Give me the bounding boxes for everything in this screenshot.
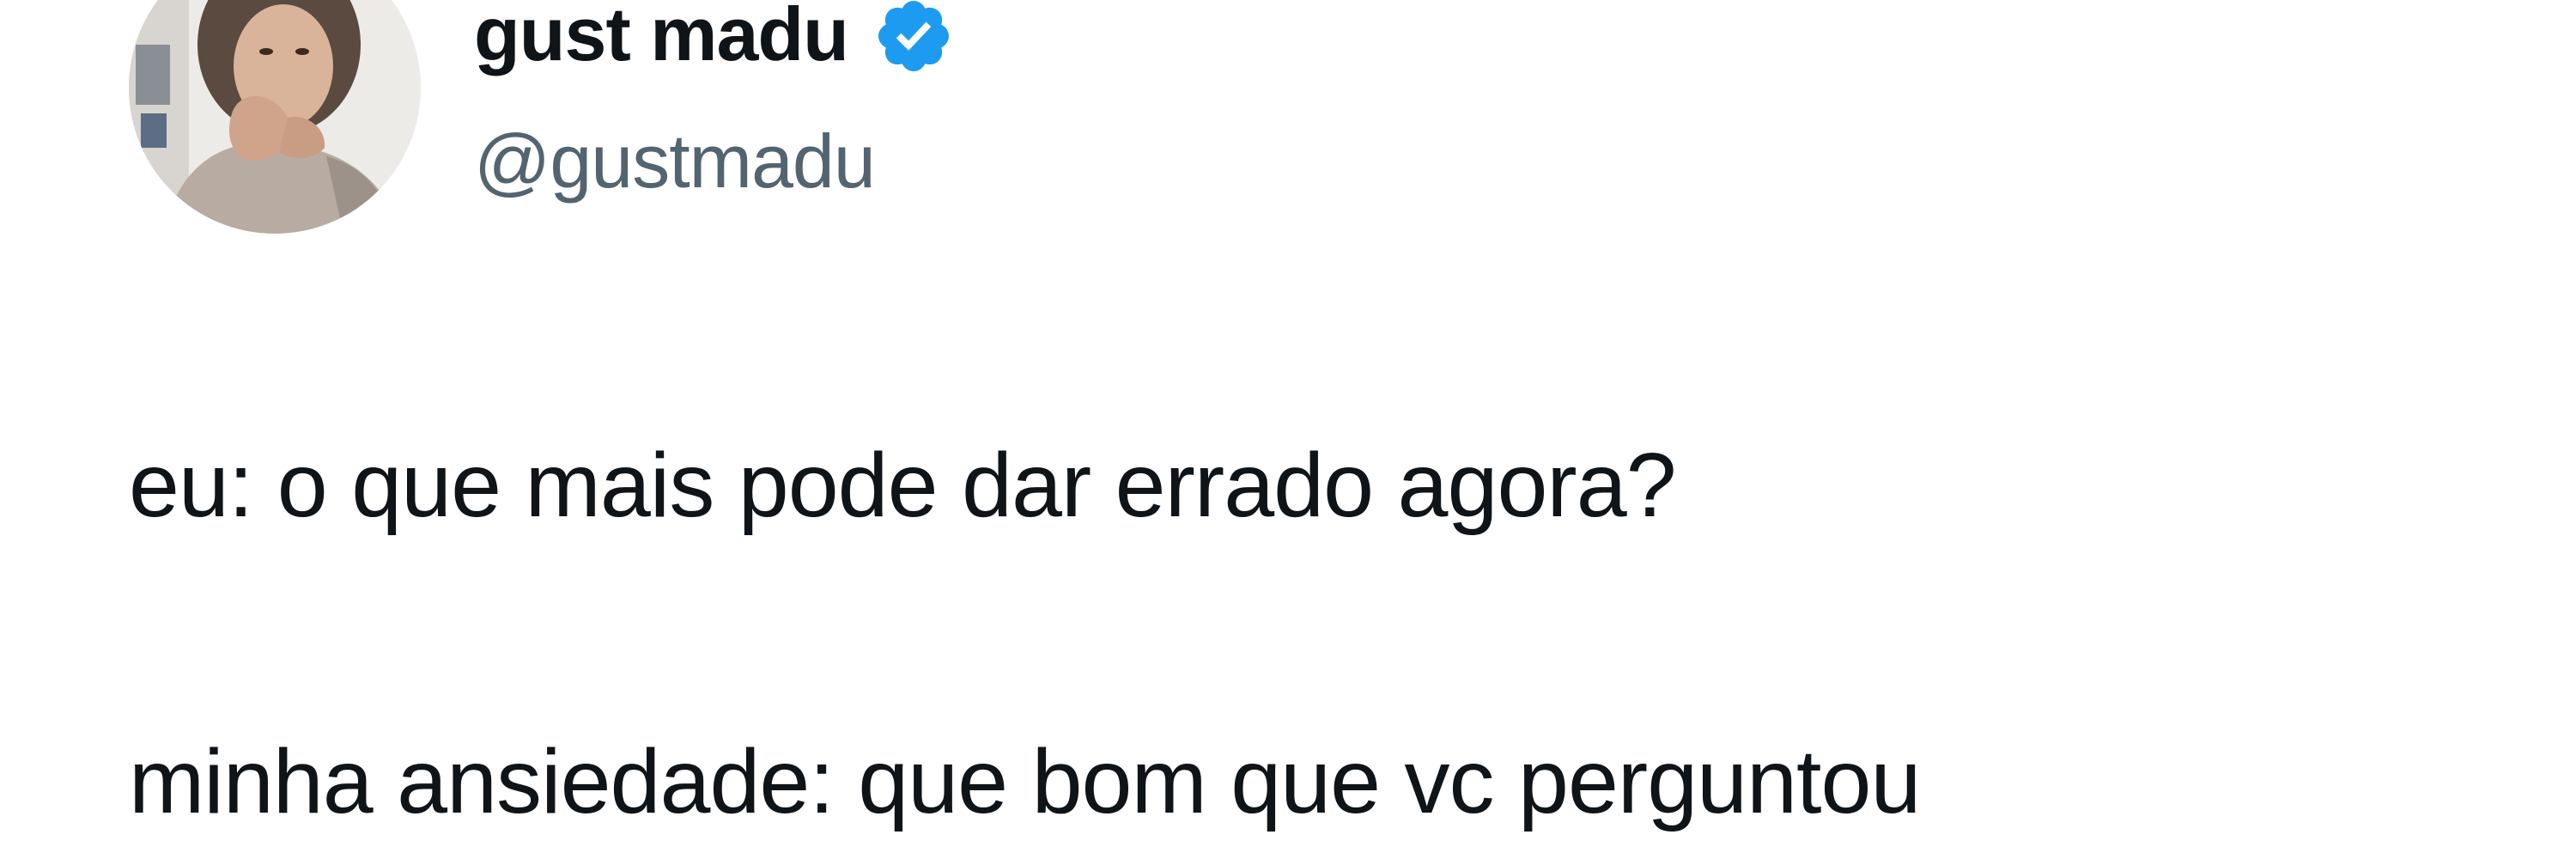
avatar[interactable] (129, 0, 421, 234)
tweet-text-line: eu: o que mais pode dar errado agora? (129, 435, 1677, 536)
verified-badge-icon (872, 0, 955, 77)
display-name[interactable]: gust madu (474, 0, 849, 72)
tweet-card: gust madu @gustmadu eu: o que mais pode … (0, 0, 2576, 859)
user-handle[interactable]: @gustmadu (474, 119, 876, 204)
avatar-photo (129, 0, 421, 234)
author-name-row: gust madu (474, 0, 955, 72)
tweet-text-line: minha ansiedade: que bom que vc pergunto… (129, 731, 1921, 832)
